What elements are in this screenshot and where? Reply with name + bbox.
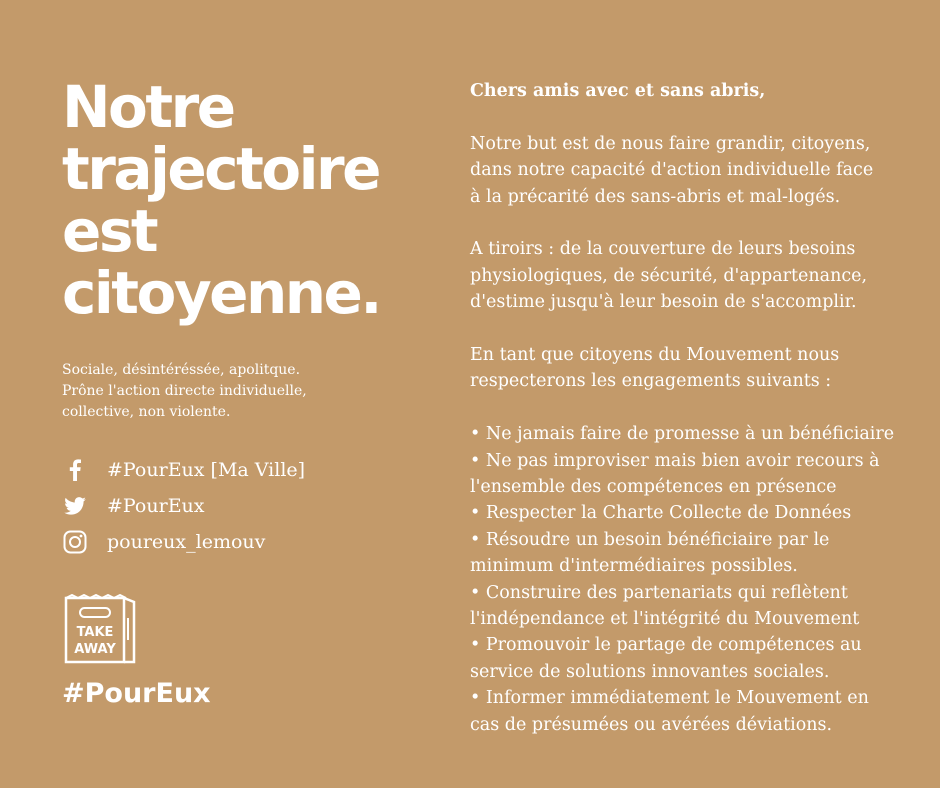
commitment-line: minimum d'intermédiaires possibles. [470,556,798,577]
letter-line: dans notre capacité d'action individuell… [470,160,874,181]
headline: Notre trajectoire est citoyenne. [62,76,402,324]
commitment-line: • Ne jamais faire de promesse à un bénéf… [470,424,895,445]
commitment-line: • Promouvoir le partage de compétences a… [470,635,862,656]
commitment-line: • Informer immédiatement le Mouvement en [470,688,869,709]
instagram-icon [62,529,88,555]
commitment-line: l'indépendance et l'intégrité du Mouveme… [470,609,860,630]
hashtag: #PourEux [62,678,211,709]
tagline-line: collective, non violente. [62,404,231,420]
commitment-line: service de solutions innovantes sociales… [470,661,830,682]
social-link-text: #PourEux [Ma Ville] [107,459,306,481]
headline-line: Notre [62,73,236,141]
headline-line: est [62,197,159,265]
commitment-line: • Respecter la Charte Collecte de Donnée… [470,503,852,524]
svg-text:AWAY: AWAY [74,642,116,657]
letter-line: à la précarité des sans-abris et mal-log… [470,186,841,207]
commitment-line: cas de présumées ou avérées déviations. [470,714,833,735]
social-link-instagram[interactable]: poureux_lemouv [62,524,305,560]
social-link-text: #PourEux [107,495,205,517]
letter-line: physiologiques, de sécurité, d'appartena… [470,265,868,286]
social-link-twitter[interactable]: #PourEux [62,488,305,524]
letter-line: Notre but est de nous faire grandir, cit… [470,133,871,154]
tagline-line: Prône l'action directe individuelle, [62,383,307,399]
social-link-facebook[interactable]: #PourEux [Ma Ville] [62,452,305,488]
letter-line: A tiroirs : de la couverture de leurs be… [470,239,856,260]
commitment-line: • Ne pas improviser mais bien avoir reco… [470,450,880,471]
takeaway-logo: TAKE AWAY [64,593,136,664]
commitment-line: • Construire des partenariats qui reflèt… [470,582,848,603]
svg-text:TAKE: TAKE [77,625,114,640]
tagline-line: Sociale, désintéréssée, apolitque. [62,362,301,378]
commitment-line: l'ensemble des compétences en présence [470,477,837,498]
tagline: Sociale, désintéréssée, apolitque. Prône… [62,360,362,423]
letter-body: Chers amis avec et sans abris, Notre but… [470,78,910,738]
letter-greeting: Chers amis avec et sans abris, [470,81,766,101]
social-link-text: poureux_lemouv [107,531,266,553]
letter-line: d'estime jusqu'à leur besoin de s'accomp… [470,292,857,313]
headline-line: citoyenne. [62,259,382,327]
social-links: #PourEux [Ma Ville] #PourEux poureux_lem… [62,452,305,560]
commitment-line: • Résoudre un besoin bénéficiaire par le [470,529,830,550]
twitter-icon [62,493,88,519]
letter-line: respecterons les engagements suivants : [470,371,832,392]
headline-line: trajectoire [62,135,381,203]
letter-line: En tant que citoyens du Mouvement nous [470,345,840,366]
facebook-icon [62,457,88,483]
